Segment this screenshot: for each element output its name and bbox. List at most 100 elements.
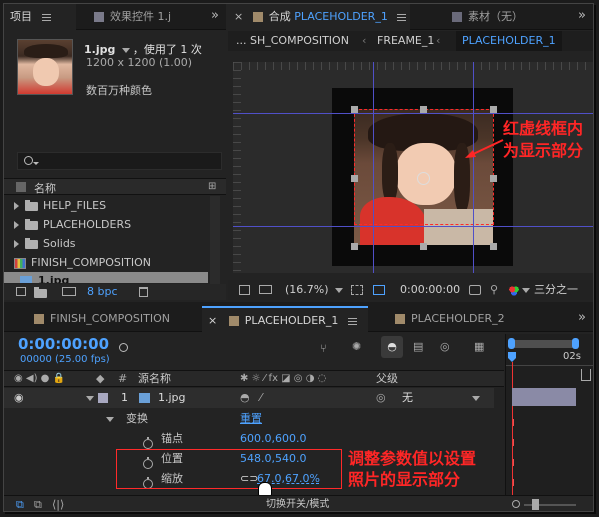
handle-bottom-left[interactable] <box>351 243 358 250</box>
more-tabs-icon[interactable]: » <box>578 8 586 23</box>
project-column-header: 名称 ⊞ <box>4 178 226 195</box>
motion-blur-icon[interactable]: ◎ <box>440 340 450 353</box>
snapshot-icon[interactable]: ⚲ <box>490 280 498 300</box>
reset-link[interactable]: 重置 <box>240 409 262 429</box>
timeline-graph[interactable]: 02s IIII <box>505 334 593 495</box>
breadcrumb-item-active[interactable]: PLACEHOLDER_1 <box>456 31 562 51</box>
stopwatch-icon[interactable] <box>143 437 153 449</box>
layer-name[interactable]: 1.jpg <box>158 388 186 408</box>
transfer-controls-icon[interactable]: ⧉ <box>34 496 42 511</box>
list-item[interactable]: HELP_FILES <box>14 196 214 215</box>
layer-expand-icon[interactable] <box>86 396 94 401</box>
property-label: 锚点 <box>161 432 183 445</box>
handle-middle-left[interactable] <box>351 175 358 182</box>
handle-bottom-right[interactable] <box>490 243 497 250</box>
zoom-level[interactable]: (16.7%) <box>285 280 329 300</box>
list-item[interactable]: FINISH_COMPOSITION <box>14 253 214 272</box>
layer-switches-icon[interactable]: ⧉ <box>16 496 24 511</box>
flowchart-icon[interactable]: ⊞ <box>208 181 216 192</box>
list-item[interactable]: Solids <box>14 234 214 253</box>
handle-top-left[interactable] <box>351 106 358 113</box>
anchor-point-icon[interactable] <box>417 172 430 185</box>
work-area-bar[interactable] <box>510 340 576 348</box>
timeline-timecode[interactable]: 0:00:00:00 <box>18 335 109 353</box>
comp-swatch-icon <box>395 314 405 324</box>
parent-pickwhip-icon[interactable]: ◎ <box>376 388 386 408</box>
expand-arrow-icon[interactable] <box>14 240 19 248</box>
transform-row[interactable]: 变换 重置 <box>4 409 494 429</box>
transform-expand-icon[interactable] <box>106 417 114 422</box>
new-folder-icon[interactable] <box>34 287 47 298</box>
quality-switch-icon[interactable]: ⁄ <box>260 388 262 408</box>
column-parent[interactable]: 父级 <box>376 371 398 387</box>
handle-top-right[interactable] <box>490 106 497 113</box>
camera-icon[interactable] <box>469 285 481 295</box>
new-composition-icon[interactable] <box>62 287 76 296</box>
property-value[interactable]: 600.0,600.0 <box>240 429 306 449</box>
shy-switch-icon[interactable]: ◓ <box>240 388 250 408</box>
tab-project[interactable]: 项目 <box>4 4 76 30</box>
breadcrumb-item[interactable]: FREAME_1 <box>377 31 434 51</box>
tab-composition[interactable]: × 合成 PLACEHOLDER_1 <box>228 4 410 30</box>
list-item[interactable]: 1.jpg <box>4 272 208 283</box>
list-item[interactable]: PLACEHOLDERS <box>14 215 214 234</box>
more-tabs-icon[interactable]: » <box>211 8 219 23</box>
monitor-icon[interactable] <box>259 285 272 294</box>
close-icon[interactable]: × <box>234 10 243 23</box>
more-tabs-icon[interactable]: » <box>578 310 586 325</box>
graph-editor-icon[interactable]: ▦ <box>474 340 484 353</box>
property-row-anchor[interactable]: 锚点 600.0,600.0 <box>4 429 494 449</box>
handle-top-center[interactable] <box>420 106 427 113</box>
expand-arrow-icon[interactable] <box>14 221 19 229</box>
bpc-label[interactable]: 8 bpc <box>87 284 118 300</box>
tab-effects[interactable]: 效果控件 1.j <box>88 4 206 30</box>
column-source-name[interactable]: 源名称 <box>138 371 171 387</box>
panel-menu-icon[interactable] <box>41 13 51 21</box>
frame-blending-icon[interactable]: ▤ <box>413 340 423 353</box>
timeline-search-input[interactable] <box>116 342 136 356</box>
draft-3d-icon[interactable]: ✺ <box>352 340 361 353</box>
visibility-eye-icon[interactable]: ◉ <box>14 388 24 408</box>
tab-timeline[interactable]: FINISH_COMPOSITION <box>16 306 196 332</box>
project-search-input[interactable] <box>17 152 222 170</box>
toggle-switches-modes[interactable]: 切换开关/模式 <box>266 496 329 511</box>
project-scrollbar[interactable] <box>210 196 220 284</box>
expand-arrow-icon[interactable] <box>14 202 19 210</box>
zoom-out-icon[interactable] <box>512 500 520 508</box>
channel-dropdown-icon[interactable] <box>522 288 530 293</box>
channel-icon[interactable] <box>508 285 520 296</box>
transparency-grid-icon[interactable] <box>373 285 385 295</box>
work-area-handle-left[interactable] <box>508 338 515 349</box>
panel-menu-icon[interactable] <box>347 317 357 325</box>
layer-label-color[interactable] <box>98 393 108 403</box>
interpret-footage-icon[interactable] <box>16 287 26 296</box>
resolution-dropdown[interactable]: 三分之一 <box>534 280 578 300</box>
composition-mini-flowchart-icon[interactable]: ⑂ <box>320 342 327 355</box>
tab-footage[interactable]: 素材（无） <box>446 4 556 30</box>
in-out-icon[interactable]: ⟨|⟩ <box>52 496 64 511</box>
zoom-dropdown-icon[interactable] <box>335 288 343 293</box>
breadcrumb-item[interactable]: ... SH_COMPOSITION <box>236 31 349 51</box>
layer-row[interactable]: ◉ 1 1.jpg ◓ ⁄ ◎ 无 <box>4 388 494 408</box>
region-icon[interactable] <box>351 285 363 295</box>
layer-duration-bar[interactable] <box>512 388 576 406</box>
trash-icon[interactable] <box>139 287 148 297</box>
tab-timeline[interactable]: PLACEHOLDER_2 <box>389 306 519 332</box>
handle-middle-right[interactable] <box>490 175 497 182</box>
parent-dropdown[interactable]: 无 <box>402 388 413 408</box>
close-icon[interactable]: × <box>208 314 217 327</box>
tab-label: PLACEHOLDER_1 <box>244 314 339 327</box>
comp-marker-icon[interactable] <box>581 369 591 381</box>
column-name[interactable]: 名称 <box>34 180 56 196</box>
zoom-slider-thumb[interactable] <box>532 499 539 510</box>
tab-timeline-active[interactable]: × PLACEHOLDER_1 <box>202 306 368 332</box>
composition-viewer[interactable]: 红虚线框内 为显示部分 <box>233 62 593 273</box>
parent-dropdown-icon[interactable] <box>472 396 480 401</box>
panel-menu-icon[interactable] <box>397 13 407 21</box>
shy-layers-icon[interactable]: ◓ <box>381 336 403 358</box>
file-dropdown-icon[interactable] <box>121 47 130 53</box>
viewer-timecode[interactable]: 0:00:00:00 <box>400 280 460 300</box>
handle-bottom-center[interactable] <box>420 243 427 250</box>
work-area-handle-right[interactable] <box>572 338 579 349</box>
always-preview-icon[interactable] <box>239 285 250 295</box>
